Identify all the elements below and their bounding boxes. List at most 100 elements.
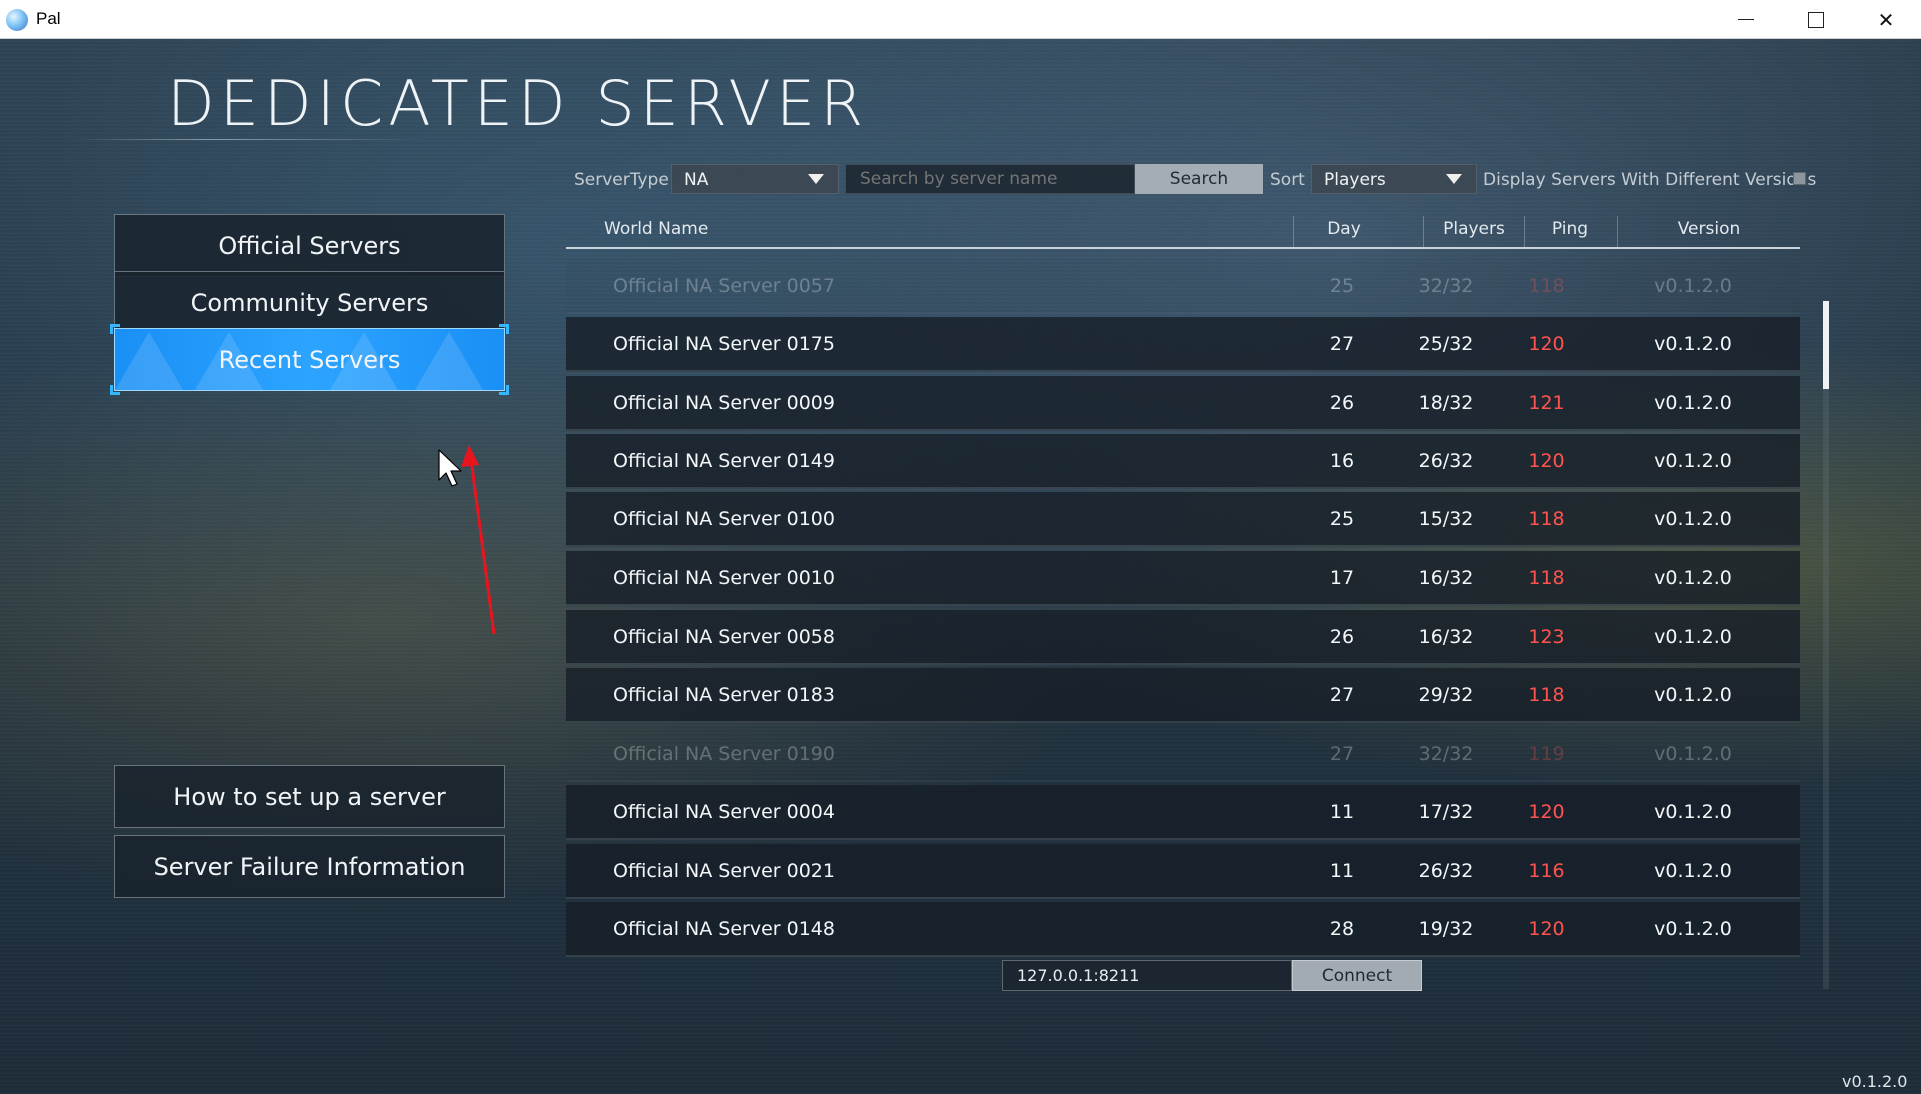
ping-cell: 118	[1528, 275, 1565, 297]
server-name-cell: Official NA Server 0149	[613, 450, 835, 472]
day-cell: 26	[1329, 392, 1355, 414]
version-cell: v0.1.2.0	[1654, 567, 1732, 589]
different-versions-checkbox[interactable]	[1793, 172, 1806, 185]
column-header-day[interactable]: Day	[1294, 212, 1394, 247]
server-table-header: World Name Day Players Ping Version	[566, 212, 1800, 249]
version-cell: v0.1.2.0	[1654, 626, 1732, 648]
version-cell: v0.1.2.0	[1654, 333, 1732, 355]
close-button[interactable]: ✕	[1851, 0, 1921, 39]
version-cell: v0.1.2.0	[1654, 508, 1732, 530]
table-row[interactable]: Official NA Server 0149 16 26/32 120 v0.1.2.…	[566, 434, 1800, 489]
official-servers-label: Official Servers	[218, 231, 401, 260]
server-name-cell: Official NA Server 0057	[613, 275, 835, 297]
server-failure-info-button[interactable]: Server Failure Information	[114, 835, 505, 898]
ping-cell: 119	[1528, 743, 1565, 765]
ping-cell: 120	[1528, 333, 1565, 355]
maximize-icon	[1808, 11, 1824, 28]
sort-label: Sort	[1270, 170, 1305, 190]
minimize-icon	[1738, 19, 1754, 20]
server-name-cell: Official NA Server 0183	[613, 684, 835, 706]
day-cell: 27	[1329, 333, 1355, 355]
column-header-players[interactable]: Players	[1424, 212, 1524, 247]
server-failure-info-label: Server Failure Information	[153, 852, 466, 881]
ping-cell: 123	[1528, 626, 1565, 648]
column-header-ping[interactable]: Ping	[1524, 212, 1616, 247]
table-row[interactable]: Official NA Server 0175 27 25/32 120 v0.1.2.…	[566, 317, 1800, 372]
day-cell: 27	[1329, 743, 1355, 765]
sort-dropdown[interactable]: Players	[1311, 164, 1477, 194]
server-type-label: ServerType	[574, 170, 669, 190]
selection-corner	[110, 385, 120, 395]
version-cell: v0.1.2.0	[1654, 684, 1732, 706]
chevron-down-icon	[1446, 174, 1462, 184]
connect-button[interactable]: Connect	[1292, 960, 1422, 991]
version-cell: v0.1.2.0	[1654, 860, 1732, 882]
table-row[interactable]: Official NA Server 0009 26 18/32 121 v0.1.2.…	[566, 376, 1800, 431]
day-cell: 11	[1329, 801, 1355, 823]
community-servers-button[interactable]: Community Servers	[114, 271, 505, 334]
day-cell: 25	[1329, 508, 1355, 530]
minimize-button[interactable]	[1711, 0, 1781, 39]
chevron-down-icon	[808, 174, 824, 184]
server-address-input[interactable]	[1002, 960, 1292, 991]
ping-cell: 118	[1528, 567, 1565, 589]
window-title: Pal	[36, 9, 61, 28]
ping-cell: 120	[1528, 918, 1565, 940]
day-cell: 26	[1329, 626, 1355, 648]
day-cell: 17	[1329, 567, 1355, 589]
server-name-cell: Official NA Server 0010	[613, 567, 835, 589]
how-to-setup-button[interactable]: How to set up a server	[114, 765, 505, 828]
official-servers-button[interactable]: Official Servers	[114, 214, 505, 277]
search-button[interactable]: Search	[1135, 164, 1263, 194]
players-cell: 25/32	[1418, 333, 1474, 355]
server-name-cell: Official NA Server 0004	[613, 801, 835, 823]
table-row[interactable]: Official NA Server 0100 25 15/32 118 v0.1.2.…	[566, 492, 1800, 547]
server-name-cell: Official NA Server 0021	[613, 860, 835, 882]
page-title: DEDICATED SERVER	[167, 67, 869, 140]
maximize-button[interactable]	[1781, 0, 1851, 39]
server-list: Official NA Server 0057 25 32/32 118 v0.1.2.…	[566, 259, 1802, 989]
column-header-version[interactable]: Version	[1618, 212, 1800, 247]
table-row[interactable]: Official NA Server 0058 26 16/32 123 v0.1.2.…	[566, 610, 1800, 665]
table-row[interactable]: Official NA Server 0021 11 26/32 116 v0.1.2.…	[566, 844, 1800, 899]
server-name-cell: Official NA Server 0009	[613, 392, 835, 414]
players-cell: 32/32	[1418, 275, 1474, 297]
ping-cell: 120	[1528, 801, 1565, 823]
server-list-scrollbar[interactable]	[1823, 301, 1829, 989]
version-cell: v0.1.2.0	[1654, 743, 1732, 765]
players-cell: 16/32	[1418, 567, 1474, 589]
ping-cell: 120	[1528, 450, 1565, 472]
ping-cell: 116	[1528, 860, 1565, 882]
table-row[interactable]: Official NA Server 0010 17 16/32 118 v0.1.2.…	[566, 551, 1800, 606]
players-cell: 16/32	[1418, 626, 1474, 648]
server-type-dropdown[interactable]: NA	[671, 164, 839, 194]
server-name-cell: Official NA Server 0148	[613, 918, 835, 940]
players-cell: 19/32	[1418, 918, 1474, 940]
table-row[interactable]: Official NA Server 0148 28 19/32 120 v0.1.2.…	[566, 902, 1800, 957]
column-header-world-name[interactable]: World Name	[604, 212, 708, 247]
day-cell: 27	[1329, 684, 1355, 706]
close-icon: ✕	[1877, 7, 1895, 32]
players-cell: 26/32	[1418, 450, 1474, 472]
different-versions-label: Display Servers With Different Versions	[1483, 170, 1817, 190]
mouse-cursor-icon	[438, 449, 462, 487]
recent-servers-button[interactable]: Recent Servers	[110, 324, 509, 395]
sort-value: Players	[1324, 170, 1386, 190]
version-cell: v0.1.2.0	[1654, 275, 1732, 297]
scrollbar-thumb[interactable]	[1823, 301, 1829, 389]
version-cell: v0.1.2.0	[1654, 801, 1732, 823]
players-cell: 15/32	[1418, 508, 1474, 530]
table-row[interactable]: Official NA Server 0190 27 32/32 119 v0.1.2.…	[566, 727, 1800, 782]
table-row[interactable]: Official NA Server 0004 11 17/32 120 v0.1.2.…	[566, 785, 1800, 840]
recent-servers-label: Recent Servers	[218, 345, 401, 374]
server-search-input[interactable]	[845, 164, 1135, 194]
ping-cell: 118	[1528, 508, 1565, 530]
table-row[interactable]: Official NA Server 0183 27 29/32 118 v0.1.2.…	[566, 668, 1800, 723]
players-cell: 17/32	[1418, 801, 1474, 823]
title-divider	[70, 139, 430, 140]
players-cell: 29/32	[1418, 684, 1474, 706]
server-name-cell: Official NA Server 0100	[613, 508, 835, 530]
table-row[interactable]: Official NA Server 0057 25 32/32 118 v0.1.2.…	[566, 259, 1800, 314]
ping-cell: 121	[1528, 392, 1565, 414]
app-icon	[6, 9, 28, 31]
